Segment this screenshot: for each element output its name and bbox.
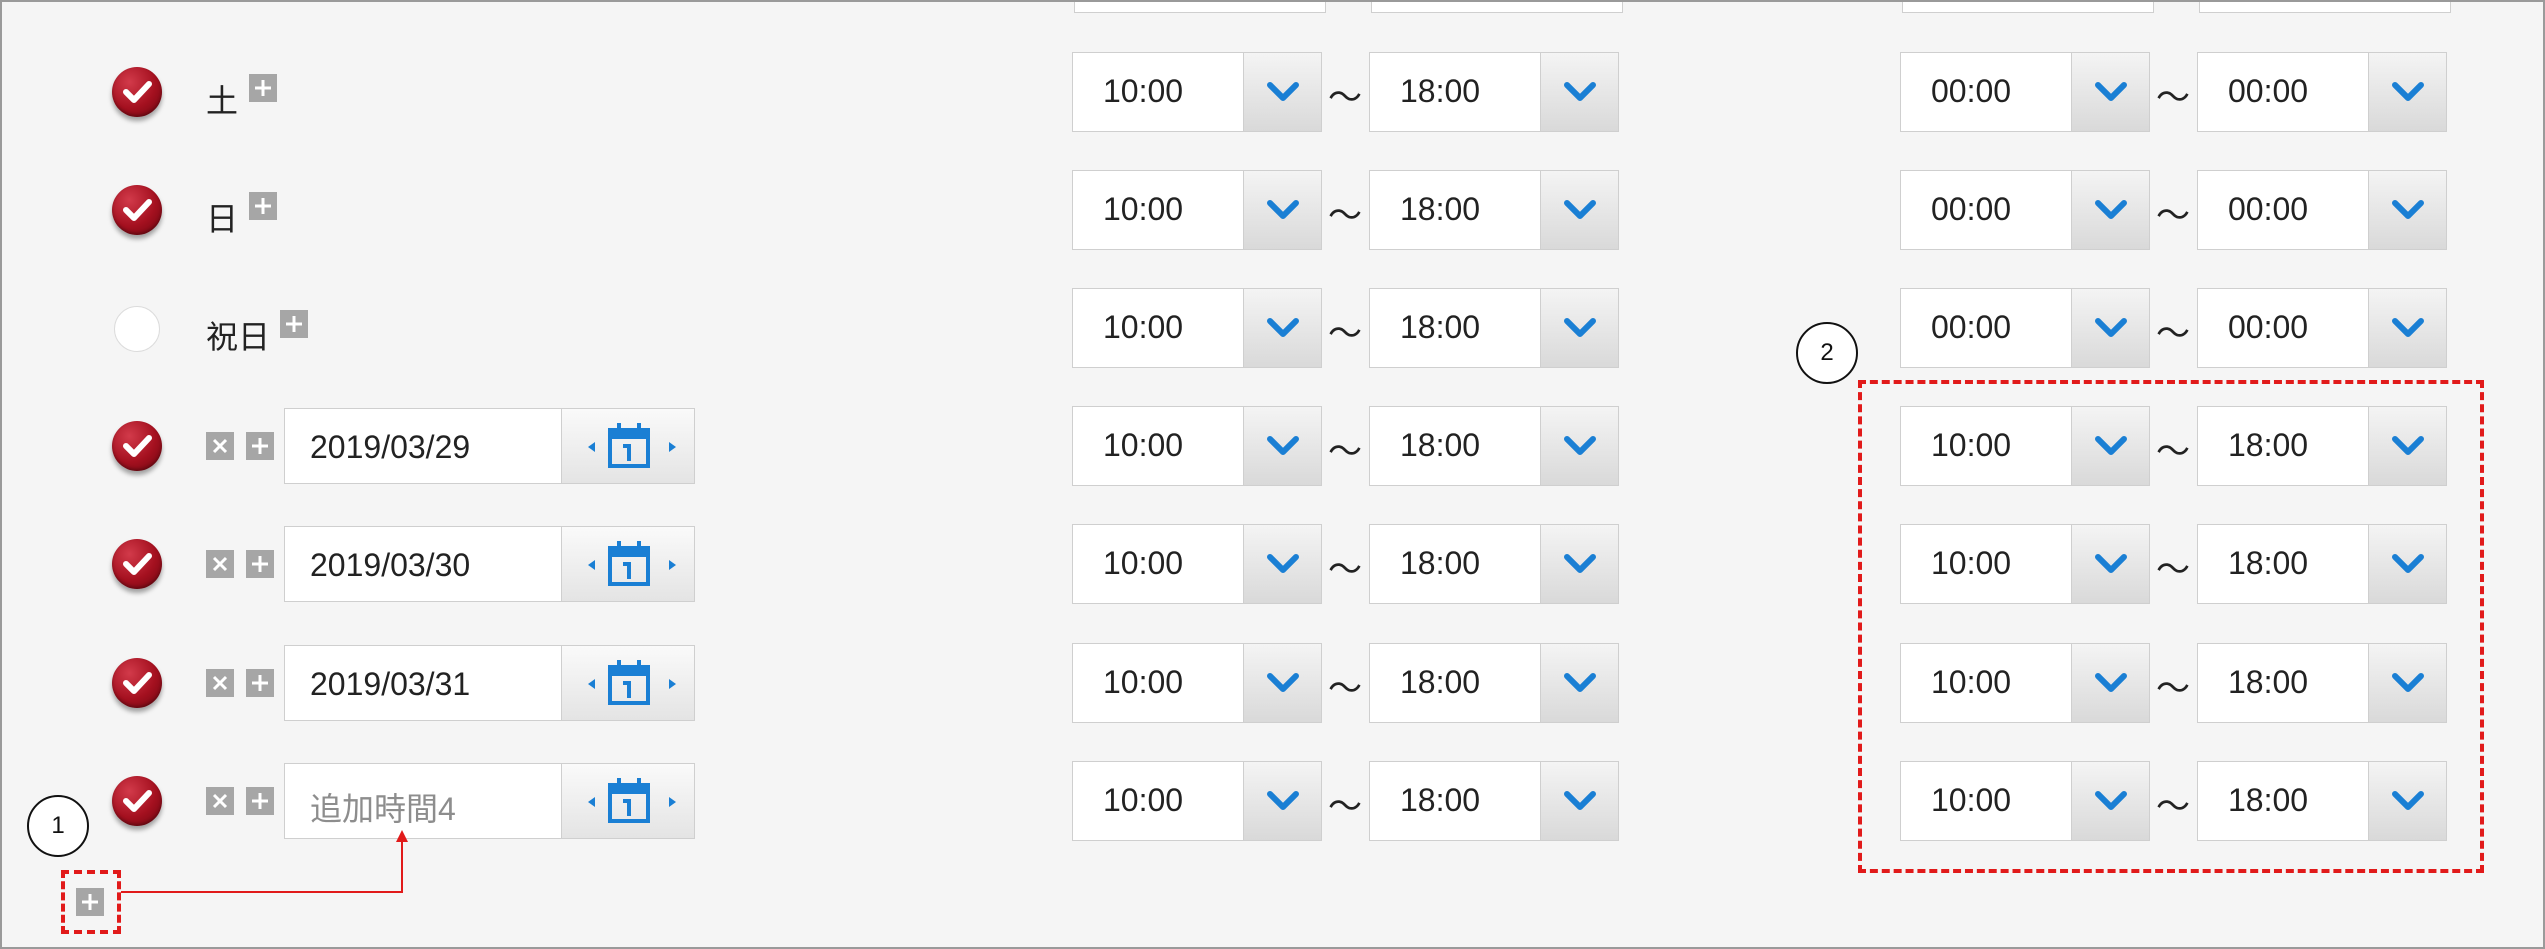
annotation-box-2 (1858, 380, 2484, 873)
annotation-marker-2: 2 (1796, 322, 1858, 384)
annotation-marker-1: 1 (27, 795, 89, 857)
